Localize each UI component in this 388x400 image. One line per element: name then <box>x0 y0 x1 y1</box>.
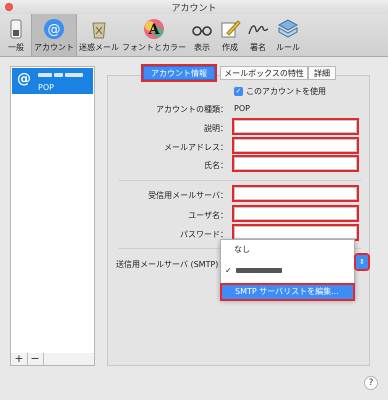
title-bar: アカウント <box>0 0 388 14</box>
at-icon: @ <box>17 71 31 87</box>
password-field[interactable] <box>232 224 359 241</box>
signature-icon <box>247 18 269 40</box>
toolbar-accounts[interactable]: @ アカウント <box>31 14 77 56</box>
tab-advanced[interactable]: 詳細 <box>308 66 336 80</box>
smtp-label: 送信用メールサーバ (SMTP)： <box>116 260 227 269</box>
checkmark-icon: ✓ <box>225 266 232 275</box>
enable-account-label: このアカウントを使用 <box>246 87 326 96</box>
at-icon: @ <box>43 18 65 40</box>
toolbar: 一般 @ アカウント 迷惑メール A フォントとカラー 表示 作成 署名 ルール <box>0 14 388 57</box>
toolbar-viewing[interactable]: 表示 <box>190 14 214 56</box>
edit-smtp-list-item[interactable]: SMTP サーバリストを編集... <box>220 283 355 301</box>
glasses-icon <box>191 18 213 40</box>
rules-icon <box>277 18 299 40</box>
email-label: メールアドレス： <box>164 143 228 152</box>
account-list: @ POP <box>10 66 95 366</box>
description-label: 説明： <box>204 124 228 133</box>
username-label: ユーザ名： <box>188 211 228 220</box>
smtp-option-current[interactable]: ✓ <box>221 264 354 278</box>
svg-text:A: A <box>148 22 161 38</box>
font-color-icon: A <box>143 18 165 40</box>
switch-icon <box>5 18 27 40</box>
fullname-field[interactable] <box>232 155 359 172</box>
account-panel <box>107 75 370 366</box>
account-type: POP <box>38 83 54 92</box>
help-button[interactable]: ? <box>364 376 378 390</box>
toolbar-junk-mail[interactable]: 迷惑メール <box>78 14 120 56</box>
window-title: アカウント <box>171 4 217 14</box>
toolbar-general[interactable]: 一般 <box>4 14 28 56</box>
smtp-server-name-redacted <box>236 268 283 273</box>
description-field[interactable] <box>232 118 359 135</box>
account-row[interactable]: @ POP <box>12 68 93 94</box>
incoming-server-label: 受信用メールサーバ： <box>148 191 228 200</box>
tab-mailbox-behaviors[interactable]: メールボックスの特性 <box>220 66 308 80</box>
email-field[interactable] <box>232 137 359 154</box>
add-account-button[interactable]: + <box>11 353 28 365</box>
account-name-redacted <box>38 71 88 79</box>
divider <box>118 180 361 181</box>
compose-icon <box>219 18 241 40</box>
incoming-server-field[interactable] <box>232 185 359 202</box>
svg-text:@: @ <box>48 23 61 38</box>
toolbar-fonts-colors[interactable]: A フォントとカラー <box>122 14 186 56</box>
trash-icon <box>88 18 110 40</box>
smtp-popup-button[interactable]: ⇕ <box>354 253 370 271</box>
fullname-label: 氏名： <box>204 161 228 170</box>
toolbar-composing[interactable]: 作成 <box>218 14 242 56</box>
tab-account-info[interactable]: アカウント情報 <box>141 64 217 82</box>
toolbar-rules[interactable]: ルール <box>274 14 302 56</box>
smtp-server-menu: なし ✓ SMTP サーバリストを編集... <box>220 239 355 301</box>
toolbar-signatures[interactable]: 署名 <box>246 14 270 56</box>
account-type-label: アカウントの種類： <box>156 105 228 114</box>
remove-account-button[interactable]: − <box>27 353 44 365</box>
smtp-option-none[interactable]: なし <box>221 243 354 257</box>
username-field[interactable] <box>232 205 359 222</box>
account-type-value: POP <box>234 104 250 113</box>
enable-account-checkbox[interactable]: ✓ <box>234 87 243 96</box>
account-list-footer: + − <box>10 353 95 366</box>
